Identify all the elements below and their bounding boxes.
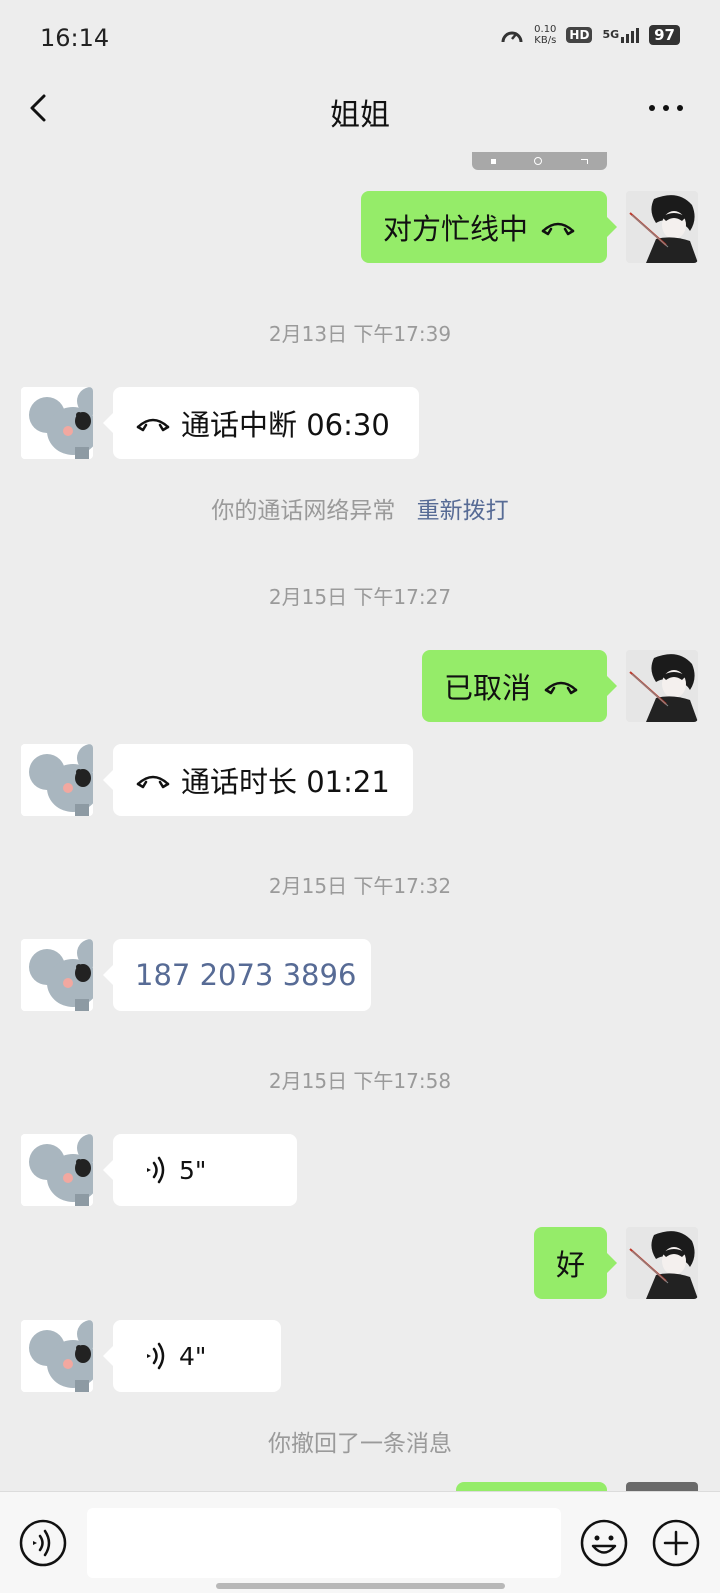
voice-wave-icon (143, 1156, 167, 1184)
message-text: 好 (555, 1248, 585, 1282)
status-bar: 16:14 0.10 KB/s HD 5G 97 (0, 0, 720, 80)
emoji-icon (580, 1519, 628, 1567)
system-note-text: 你的通话网络异常 (211, 498, 396, 524)
phone-hangup-icon (540, 215, 576, 239)
message-input[interactable] (87, 1508, 561, 1578)
avatar-self[interactable] (626, 191, 698, 263)
status-time: 16:14 (40, 24, 110, 52)
avatar-contact[interactable] (21, 744, 93, 816)
avatar-contact[interactable] (21, 387, 93, 459)
nav-bar: 姐姐 (0, 80, 720, 152)
message-text: 已取消 (444, 671, 532, 705)
voice-duration: 5" (179, 1155, 207, 1185)
message-call-interrupted[interactable]: 通话中断 06:30 (103, 387, 419, 459)
phone-hangup-icon (135, 411, 171, 435)
phone-hangup-icon (543, 674, 579, 698)
speedometer-icon (501, 31, 523, 43)
more-button[interactable] (642, 88, 690, 128)
chat-title: 姐姐 (330, 98, 390, 133)
floating-mini-window[interactable] (472, 152, 607, 170)
avatar-contact[interactable] (21, 1320, 93, 1392)
more-actions-button[interactable] (652, 1519, 700, 1567)
message-call-busy[interactable]: 对方忙线中 (361, 191, 617, 263)
avatar-self[interactable] (626, 1227, 698, 1299)
message-voice[interactable]: 4" (103, 1320, 281, 1392)
message-text: 通话时长 01:21 (181, 765, 390, 799)
system-note-network: 你的通话网络异常 重新拨打 (0, 491, 720, 525)
input-bar (0, 1491, 720, 1593)
message-phone-number[interactable]: 187 2073 3896 (103, 939, 371, 1011)
message-text: 对方忙线中 (383, 212, 529, 246)
avatar-contact[interactable] (21, 1134, 93, 1206)
avatar-self[interactable] (626, 650, 698, 722)
plus-icon (652, 1519, 700, 1567)
voice-duration: 4" (179, 1341, 207, 1371)
timestamp: 2月13日 下午17:39 (268, 322, 452, 346)
emoji-button[interactable] (580, 1519, 628, 1567)
timestamp: 2月15日 下午17:58 (268, 1069, 452, 1093)
message-text-out[interactable]: 好 (534, 1227, 617, 1299)
system-note-recalled: 你撤回了一条消息 (268, 1431, 452, 1457)
timestamp: 2月15日 下午17:32 (268, 874, 452, 898)
avatar-contact[interactable] (21, 939, 93, 1011)
timestamp: 2月15日 下午17:27 (268, 585, 452, 609)
mini-square-icon (491, 158, 497, 164)
voice-input-button[interactable] (19, 1519, 67, 1567)
voice-input-icon (19, 1519, 67, 1567)
voice-wave-icon (143, 1342, 167, 1370)
mini-back-icon (580, 158, 588, 164)
status-icons: 0.10 KB/s HD 5G 97 (500, 24, 680, 46)
message-text: 通话中断 06:30 (181, 408, 390, 442)
phone-hangup-icon (135, 768, 171, 792)
hd-badge: HD (566, 27, 593, 43)
redial-link[interactable]: 重新拨打 (417, 498, 509, 524)
network-type: 5G (602, 27, 620, 41)
message-call-duration[interactable]: 通话时长 01:21 (103, 744, 413, 816)
battery-indicator: 97 (649, 25, 680, 45)
message-voice[interactable]: 5" (103, 1134, 297, 1206)
signal-icon: 5G (602, 27, 640, 43)
message-call-cancelled[interactable]: 已取消 (422, 650, 617, 722)
network-speed-value: 0.10 (534, 24, 557, 35)
network-speed: 0.10 KB/s (534, 24, 556, 46)
more-icon (649, 105, 683, 111)
phone-number-link[interactable]: 187 2073 3896 (135, 958, 356, 992)
network-speed-unit: KB/s (534, 35, 557, 46)
home-indicator[interactable] (216, 1583, 505, 1589)
mini-circle-icon (534, 157, 543, 165)
